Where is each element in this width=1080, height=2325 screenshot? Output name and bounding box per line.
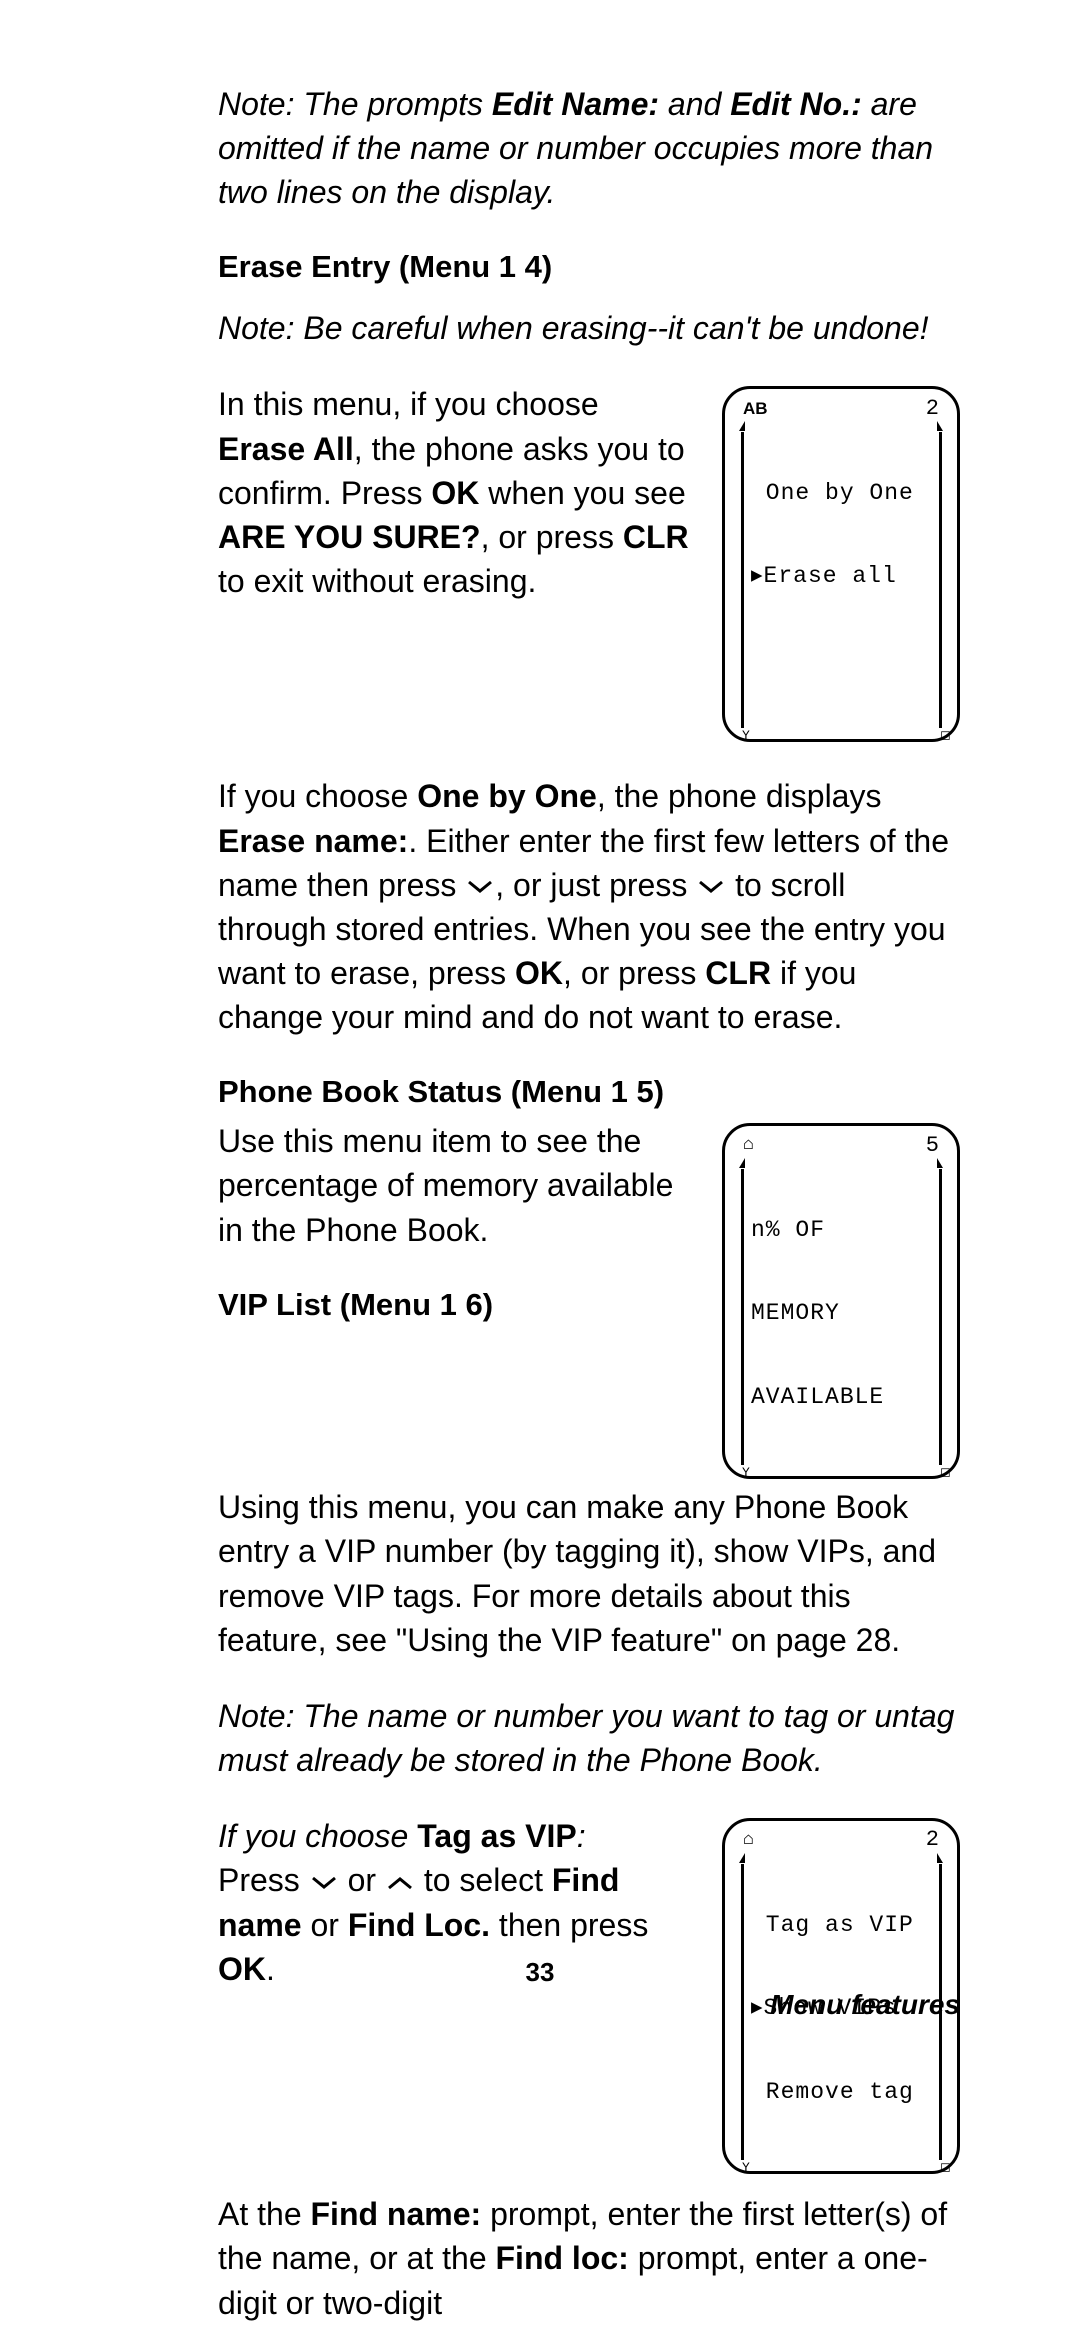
- phone-screen-erase: AB 2 Y One by One ▸Erase all ◻: [722, 386, 960, 742]
- text: Note: The prompts: [218, 86, 492, 122]
- text-bold: CLR: [623, 519, 689, 555]
- text: Press: [218, 1862, 309, 1898]
- erase-warning-note: Note: Be careful when erasing--it can't …: [218, 306, 960, 350]
- text: In this menu, if you choose: [218, 386, 599, 422]
- text-bold: Edit No.:: [730, 86, 862, 122]
- screen-line: ▸Erase all: [751, 562, 931, 588]
- screen-line: AVAILABLE: [751, 1383, 931, 1409]
- text: or: [339, 1862, 385, 1898]
- text: when you see: [479, 475, 685, 511]
- text-italic: If you choose: [218, 1818, 417, 1854]
- chevron-down-icon: [311, 1876, 337, 1890]
- text: to exit without erasing.: [218, 563, 536, 599]
- intro-note: Note: The prompts Edit Name: and Edit No…: [218, 82, 960, 214]
- chevron-up-icon: [387, 1876, 413, 1890]
- screen-line: n% OF: [751, 1216, 931, 1242]
- chevron-down-icon: [467, 880, 493, 894]
- text: If you choose: [218, 778, 417, 814]
- text-bold: ARE YOU SURE?: [218, 519, 481, 555]
- text-bold: Find loc:: [496, 2240, 629, 2276]
- battery-bar-right-icon: ◻: [935, 421, 945, 729]
- home-icon: ⌂: [743, 1134, 754, 1157]
- screen-indicator-left: AB: [743, 398, 768, 419]
- section-footer-label: Menu features: [770, 1986, 960, 2025]
- text-bold: OK: [431, 475, 479, 511]
- erase-entry-para1: In this menu, if you choose Erase All, t…: [218, 382, 694, 603]
- signal-bar-left-icon: Y: [737, 1158, 747, 1466]
- manual-page: Note: The prompts Edit Name: and Edit No…: [0, 0, 1080, 2039]
- text: , or press: [481, 519, 623, 555]
- text: At the: [218, 2196, 311, 2232]
- text-bold: Erase All: [218, 431, 354, 467]
- screen-line: One by One: [751, 479, 931, 505]
- vip-after-para: At the Find name: prompt, enter the firs…: [218, 2192, 960, 2324]
- signal-bar-left-icon: Y: [737, 421, 747, 729]
- screen-indicator-right: 2: [926, 1826, 939, 1854]
- text: to select: [415, 1862, 552, 1898]
- text-bold: Tag as VIP: [417, 1818, 576, 1854]
- screen-indicator-right: 5: [926, 1132, 939, 1160]
- text-bold: OK: [515, 955, 563, 991]
- battery-bar-right-icon: ◻: [935, 1158, 945, 1466]
- screen-lines: n% OF MEMORY AVAILABLE: [747, 1158, 935, 1466]
- heading-vip-list: VIP List (Menu 1 6): [218, 1284, 694, 1326]
- heading-phone-book-status: Phone Book Status (Menu 1 5): [218, 1071, 960, 1113]
- text: , or just press: [495, 867, 696, 903]
- chevron-down-icon: [698, 880, 724, 894]
- text: and: [659, 86, 730, 122]
- erase-entry-row: In this menu, if you choose Erase All, t…: [218, 382, 960, 742]
- text-bold: CLR: [705, 955, 771, 991]
- home-icon: ⌂: [743, 1829, 754, 1852]
- screen-line: Tag as VIP: [751, 1911, 931, 1937]
- text-bold: Erase name:: [218, 823, 408, 859]
- screen-line: MEMORY: [751, 1299, 931, 1325]
- heading-erase-entry: Erase Entry (Menu 1 4): [218, 246, 960, 288]
- text-bold: Find name:: [311, 2196, 482, 2232]
- text-bold: Edit Name:: [492, 86, 659, 122]
- phone-book-status-row: Use this menu item to see the percentage…: [218, 1119, 960, 1479]
- text: then press: [490, 1907, 648, 1943]
- screen-lines: One by One ▸Erase all: [747, 421, 935, 729]
- erase-entry-para2: If you choose One by One, the phone disp…: [218, 774, 960, 1039]
- text: , or press: [563, 955, 705, 991]
- text: or: [302, 1907, 348, 1943]
- vip-list-para1: Using this menu, you can make any Phone …: [218, 1485, 960, 1662]
- phone-screen-memory: ⌂ 5 Y n% OF MEMORY AVAILABLE ◻: [722, 1123, 960, 1479]
- vip-list-note: Note: The name or number you want to tag…: [218, 1694, 960, 1782]
- text-bold: One by One: [417, 778, 597, 814]
- phone-book-status-para: Use this menu item to see the percentage…: [218, 1119, 694, 1251]
- text-bold: Find Loc.: [348, 1907, 490, 1943]
- signal-bar-left-icon: Y: [737, 1853, 747, 2161]
- screen-line: Remove tag: [751, 2078, 931, 2104]
- screen-indicator-right: 2: [926, 395, 939, 423]
- text: , the phone displays: [597, 778, 882, 814]
- text-italic: :: [577, 1818, 586, 1854]
